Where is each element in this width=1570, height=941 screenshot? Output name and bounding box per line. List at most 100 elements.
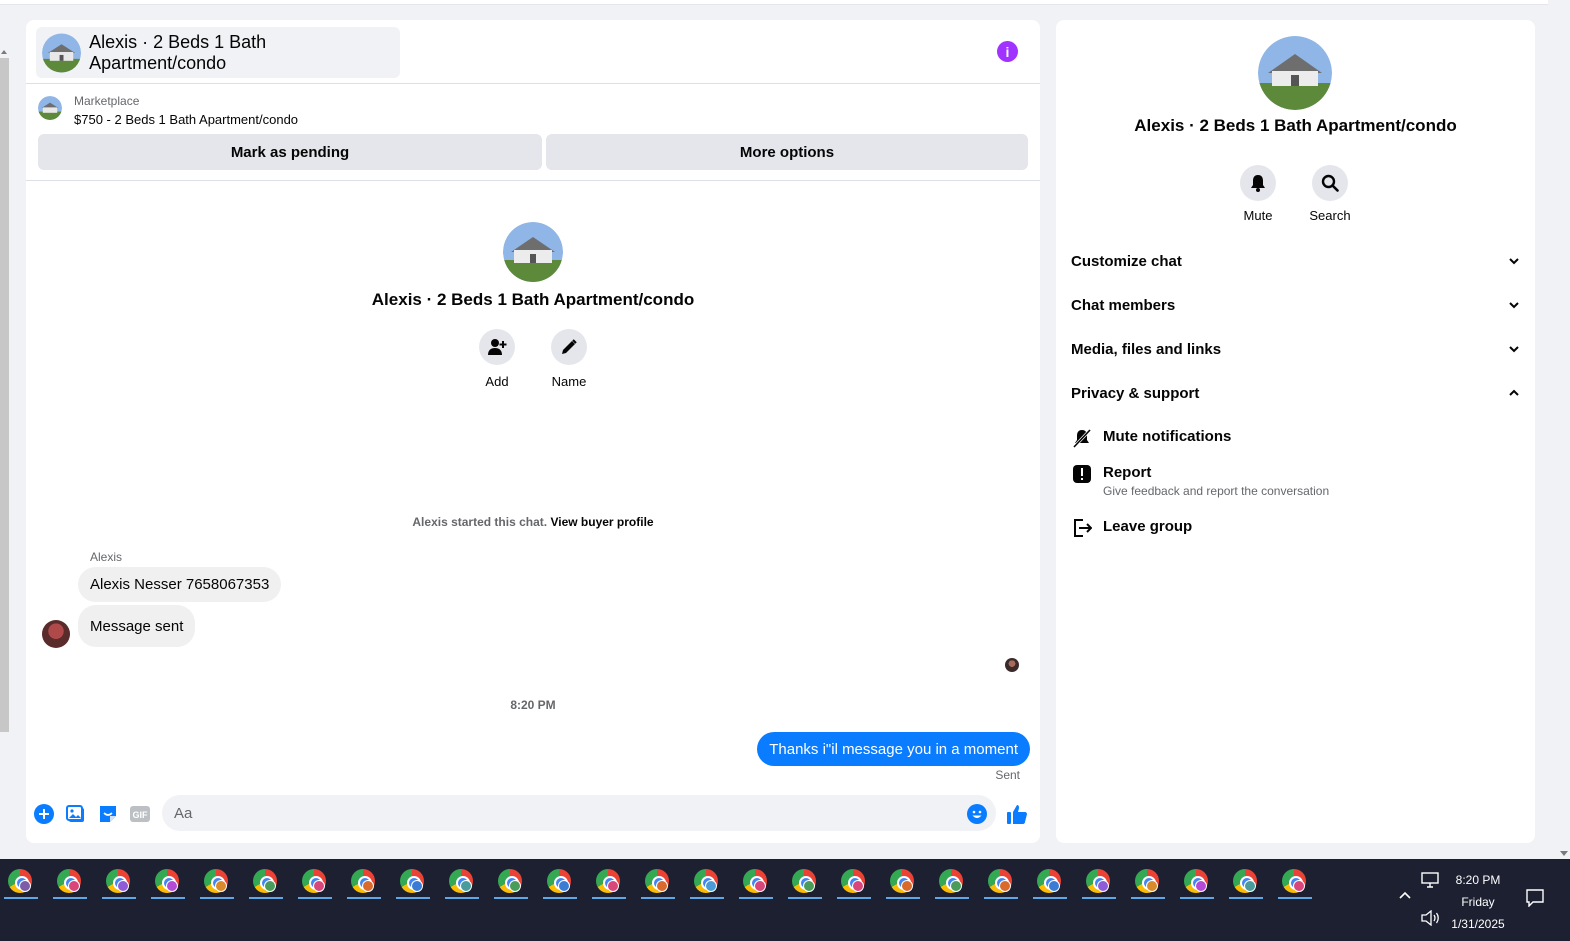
mute-label: Mute [1243,208,1273,223]
info-icon[interactable]: i [997,41,1018,62]
volume-icon[interactable] [1421,909,1441,929]
message-composer: GIF [26,789,1040,843]
chrome-taskbar-button[interactable] [1080,867,1116,899]
house-avatar [42,32,82,73]
more-options-button[interactable]: More options [546,134,1028,170]
running-indicator [1278,897,1312,899]
chevron-down-icon [1509,258,1519,265]
chrome-taskbar-button[interactable] [1031,867,1067,899]
running-indicator [1033,897,1067,899]
marketplace-label: Marketplace [74,94,140,108]
name-chat-button[interactable]: Name [539,329,599,389]
running-indicator [102,897,136,899]
system-clock[interactable]: 8:20 PM Friday 1/31/2025 [1440,869,1516,935]
chevron-down-icon [1509,346,1519,353]
listing-title[interactable]: $750 - 2 Beds 1 Bath Apartment/condo [74,112,298,127]
mute-button[interactable]: Mute [1223,165,1293,223]
chrome-taskbar-button[interactable] [590,867,626,899]
incoming-message[interactable]: Message sent [78,605,196,647]
chrome-taskbar-button[interactable] [149,867,185,899]
search-button[interactable]: Search [1295,165,1365,223]
section-label: Customize chat [1071,252,1182,270]
view-buyer-profile-link[interactable]: View buyer profile [550,515,653,529]
profile-badge-icon [166,880,178,892]
chrome-taskbar-button[interactable] [688,867,724,899]
outgoing-message[interactable]: Thanks i"il message you in a moment [757,732,1030,766]
scroll-up-arrow[interactable] [1,50,7,54]
chevron-down-icon [1509,302,1519,309]
chat-header: Alexis · 2 Beds 1 Bath Apartment/condo i [26,20,1040,84]
profile-badge-icon [558,880,570,892]
chrome-taskbar-button[interactable] [1227,867,1263,899]
running-indicator [641,897,675,899]
chrome-taskbar-button[interactable] [51,867,87,899]
profile-badge-icon [607,880,619,892]
running-indicator [200,897,234,899]
report-icon [1071,463,1093,485]
add-people-button[interactable]: Add [467,329,527,389]
chrome-taskbar-button[interactable] [1178,867,1214,899]
running-indicator [837,897,871,899]
chrome-taskbar-button[interactable] [492,867,528,899]
action-center-icon[interactable] [1526,889,1544,910]
running-indicator [1229,897,1263,899]
gif-icon[interactable]: GIF [129,803,151,825]
report-option[interactable]: Report Give feedback and report the conv… [1071,463,1521,498]
mute-notifications-label: Mute notifications [1103,428,1232,445]
profile-badge-icon [509,880,521,892]
profile-badge-icon [852,880,864,892]
profile-badge-icon [117,880,129,892]
chrome-taskbar-button[interactable] [443,867,479,899]
chrome-taskbar-button[interactable] [1129,867,1165,899]
chrome-taskbar-button[interactable] [639,867,675,899]
chrome-taskbar-button[interactable] [884,867,920,899]
profile-badge-icon [313,880,325,892]
chrome-taskbar-button[interactable] [100,867,136,899]
section-chat-members[interactable]: Chat members [1071,285,1521,325]
sticker-icon[interactable] [97,803,119,825]
chrome-taskbar-button[interactable] [198,867,234,899]
like-icon[interactable] [1006,803,1028,825]
chrome-taskbar-button[interactable] [933,867,969,899]
page-scrollbar[interactable] [1558,0,1570,858]
photo-icon[interactable] [65,803,87,825]
chrome-taskbar-button[interactable] [2,867,38,899]
chrome-taskbar-button[interactable] [982,867,1018,899]
running-indicator [543,897,577,899]
profile-badge-icon [411,880,423,892]
chrome-taskbar-button[interactable] [247,867,283,899]
mute-notifications-option[interactable]: Mute notifications [1071,427,1521,449]
running-indicator [396,897,430,899]
leave-group-option[interactable]: Leave group [1071,517,1521,539]
section-label: Chat members [1071,296,1176,314]
chrome-taskbar-button[interactable] [737,867,773,899]
section-media-files-links[interactable]: Media, files and links [1071,329,1521,369]
chat-title-button[interactable]: Alexis · 2 Beds 1 Bath Apartment/condo [36,27,400,78]
message-input[interactable] [162,795,996,831]
tray-chevron-up-icon[interactable] [1398,889,1412,903]
chrome-taskbar-button[interactable] [394,867,430,899]
chrome-taskbar-button[interactable] [296,867,332,899]
profile-badge-icon [362,880,374,892]
chrome-taskbar-button[interactable] [541,867,577,899]
left-scrollbar[interactable] [0,58,9,732]
plus-icon[interactable] [33,803,55,825]
report-label: Report [1103,464,1152,481]
chrome-taskbar-button[interactable] [1276,867,1312,899]
section-privacy-support[interactable]: Privacy & support [1071,373,1521,413]
mark-pending-button[interactable]: Mark as pending [38,134,542,170]
bell-icon [1240,165,1276,201]
section-customize-chat[interactable]: Customize chat [1071,241,1521,281]
emoji-icon[interactable] [966,803,988,825]
sender-avatar[interactable] [42,620,70,648]
profile-badge-icon [264,880,276,892]
running-indicator [935,897,969,899]
name-label: Name [551,374,587,389]
chrome-taskbar-button[interactable] [786,867,822,899]
incoming-message[interactable]: Alexis Nesser 7658067353 [78,567,282,602]
chrome-taskbar-button[interactable] [345,867,381,899]
network-icon[interactable] [1421,872,1439,891]
chrome-taskbar-button[interactable] [835,867,871,899]
running-indicator [1180,897,1214,899]
scroll-down-arrow[interactable] [1560,851,1568,856]
